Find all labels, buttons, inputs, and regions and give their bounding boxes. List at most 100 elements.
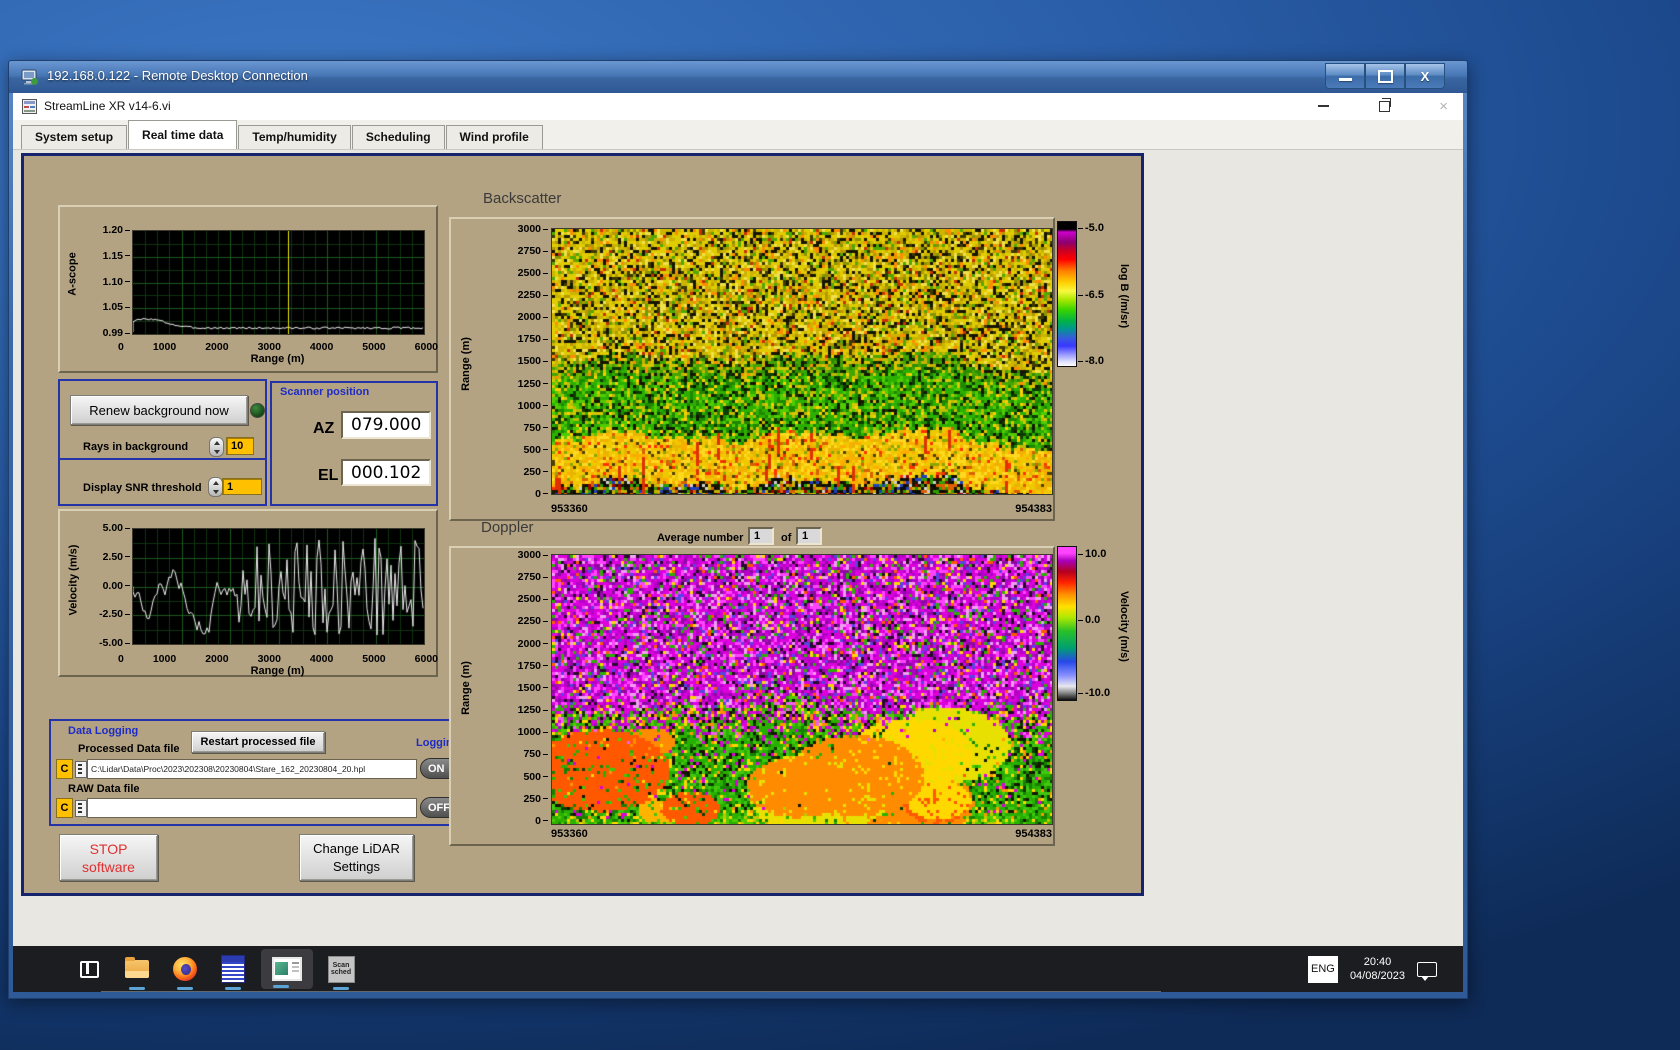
rdp-window-title: 192.168.0.122 - Remote Desktop Connectio…	[47, 68, 308, 83]
azimuth-value-field[interactable]: 079.000	[341, 411, 431, 439]
task-view-icon	[80, 961, 99, 978]
tick-label: 2750	[484, 245, 548, 257]
colorbar-tick: -6.5	[1078, 289, 1104, 301]
app-window-icon	[272, 957, 302, 981]
desktop: 192.168.0.122 - Remote Desktop Connectio…	[0, 0, 1680, 1050]
vi-titlebar[interactable]: StreamLine XR v14-6.vi ×	[13, 93, 1463, 121]
backscatter-heatmap-canvas	[551, 228, 1053, 495]
taskbar: Scansched ENG 20:40 04/08/2023	[13, 946, 1463, 992]
task-view-button[interactable]	[69, 947, 109, 991]
velocity-x-axis-label: Range (m)	[132, 665, 423, 677]
velocity-y-ticks: 5.002.500.00-2.50-5.00	[86, 522, 130, 649]
tick-label: 0	[484, 815, 548, 827]
tick-label: 2250	[484, 615, 548, 627]
minimize-icon	[1339, 78, 1352, 81]
scan-scheduler-button[interactable]: Scansched	[321, 947, 361, 991]
vi-restore-icon[interactable]	[1379, 101, 1390, 112]
tick-label: 1000	[484, 726, 548, 738]
average-number-field[interactable]: 1	[748, 527, 774, 545]
vi-icon	[22, 99, 37, 114]
backscatter-x-end-label: 954383	[891, 503, 1052, 515]
tick-label: 2750	[484, 571, 548, 583]
renew-background-button[interactable]: Renew background now	[70, 395, 248, 425]
firefox-icon	[173, 957, 197, 981]
ascope-plot-canvas	[132, 230, 425, 335]
stop-software-button[interactable]: STOPsoftware	[59, 834, 158, 881]
increment-icon	[214, 441, 220, 445]
velocity-graph-panel: Velocity (m/s) 5.002.500.00-2.50-5.00 01…	[58, 509, 438, 677]
backscatter-colorbar-label: log B (/m/sr)	[1118, 226, 1130, 366]
language-indicator[interactable]: ENG	[1308, 956, 1338, 983]
rdp-titlebar[interactable]: 192.168.0.122 - Remote Desktop Connectio…	[9, 61, 1467, 93]
doppler-colorbar-label: Velocity (m/s)	[1118, 551, 1130, 701]
average-total-field[interactable]: 1	[796, 527, 822, 545]
tick-label: -5.00	[86, 637, 130, 649]
decrement-icon	[213, 490, 219, 494]
firefox-button[interactable]	[165, 947, 205, 991]
vi-window-controls: ×	[1318, 97, 1448, 115]
vi-content: System setup Real time data Temp/humidit…	[13, 120, 1463, 946]
raw-drive-selector[interactable]: C	[56, 798, 73, 818]
vi-close-icon[interactable]: ×	[1439, 99, 1448, 114]
vi-minimize-icon[interactable]	[1318, 105, 1329, 107]
rays-value-field[interactable]: 10	[226, 437, 254, 455]
of-label: of	[781, 532, 791, 544]
tick-label: 0	[118, 649, 124, 667]
processed-drive-selector[interactable]: C	[56, 759, 73, 779]
restart-processed-file-button[interactable]: Restart processed file	[191, 731, 325, 753]
tab-wind-profile[interactable]: Wind profile	[446, 125, 543, 149]
raw-path-field[interactable]	[87, 798, 417, 818]
tick-label: 2500	[484, 267, 548, 279]
elevation-value-field[interactable]: 000.102	[341, 459, 431, 486]
data-logging-box: Data Logging Processed Data file Restart…	[49, 719, 473, 826]
controls-divider	[60, 458, 265, 460]
colorbar-tick: 0.0	[1078, 614, 1100, 626]
tick-label: 250	[484, 793, 548, 805]
tick-label: 500	[484, 444, 548, 456]
active-window-button[interactable]	[261, 949, 313, 989]
tick-label: 1.10	[86, 276, 130, 288]
backscatter-title: Backscatter	[483, 190, 561, 207]
tab-temp-humidity[interactable]: Temp/humidity	[238, 125, 350, 149]
data-logging-title: Data Logging	[68, 725, 138, 737]
tick-label: 3000	[484, 223, 548, 235]
tab-real-time-data[interactable]: Real time data	[128, 120, 237, 149]
snr-value-field[interactable]: 1	[222, 478, 262, 495]
tab-scheduling[interactable]: Scheduling	[352, 125, 445, 149]
notification-icon[interactable]	[1417, 962, 1437, 977]
tick-label: 1500	[484, 682, 548, 694]
colorbar-tick: -10.0	[1078, 687, 1110, 699]
striped-document-icon	[221, 955, 245, 983]
rdp-close-button[interactable]: X	[1405, 63, 1445, 89]
backscatter-y-axis-label: Range (m)	[457, 294, 475, 434]
tick-label: 1250	[484, 704, 548, 716]
tick-label: 750	[484, 748, 548, 760]
file-explorer-button[interactable]	[117, 947, 157, 991]
processed-path-field[interactable]: C:\Lidar\Data\Proc\2023\202308\20230804\…	[87, 759, 417, 779]
decrement-icon	[214, 450, 220, 454]
doppler-x-start-label: 953360	[551, 828, 588, 840]
tab-system-setup[interactable]: System setup	[21, 125, 127, 149]
snr-spinner[interactable]	[208, 477, 223, 497]
doppler-y-ticks: 3000275025002250200017501500125010007505…	[484, 549, 548, 827]
backscatter-x-start-label: 953360	[551, 503, 588, 515]
rays-spinner[interactable]	[209, 437, 224, 457]
change-lidar-settings-button[interactable]: Change LiDARSettings	[299, 834, 414, 881]
streamline-app-button[interactable]	[213, 947, 253, 991]
rdp-minimize-button[interactable]	[1325, 63, 1365, 89]
doppler-heatmap-canvas	[551, 554, 1053, 825]
main-panel: A-scope 1.201.151.101.050.99 01000200030…	[21, 153, 1144, 896]
tab-strip: System setup Real time data Temp/humidit…	[13, 120, 1463, 150]
rdp-maximize-button[interactable]	[1365, 63, 1405, 89]
backscatter-y-ticks: 3000275025002250200017501500125010007505…	[484, 223, 548, 500]
folder-icon	[125, 960, 149, 978]
tick-label: 250	[484, 466, 548, 478]
background-led-indicator	[250, 403, 265, 418]
rdp-window-controls: X	[1325, 63, 1445, 89]
close-icon: X	[1421, 69, 1430, 84]
tick-label: 750	[484, 422, 548, 434]
clock[interactable]: 20:40 04/08/2023	[1350, 955, 1405, 983]
tick-label: 1750	[484, 660, 548, 672]
doppler-y-axis-label: Range (m)	[457, 618, 475, 758]
tick-label: 500	[484, 771, 548, 783]
